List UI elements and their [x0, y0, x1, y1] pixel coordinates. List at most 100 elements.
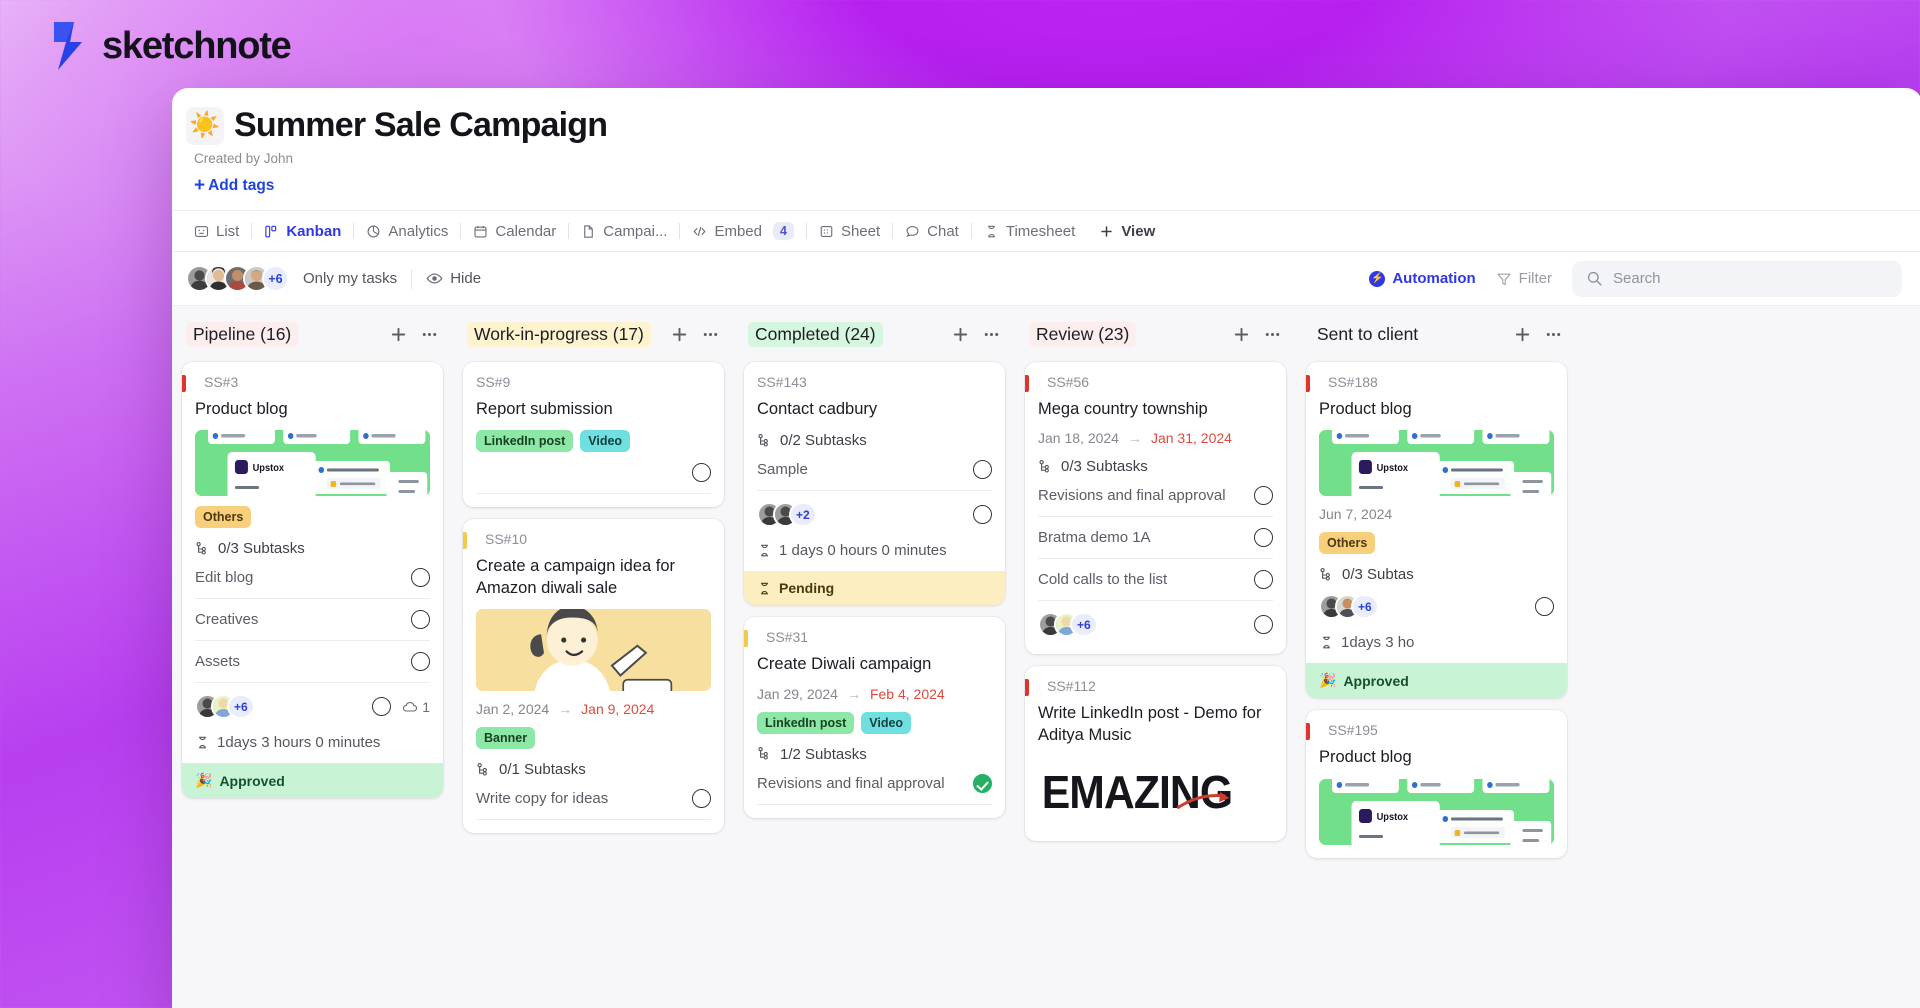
subtask-row[interactable]: Creatives: [195, 599, 430, 642]
card-tag[interactable]: Others: [195, 506, 252, 529]
subtask-checkbox[interactable]: [1254, 528, 1273, 548]
page-header: ☀️ Summer Sale Campaign Created by John …: [172, 88, 1920, 196]
card-tags: Others: [1319, 532, 1554, 555]
card-title[interactable]: Create a campaign idea for Amazon diwali…: [476, 556, 711, 599]
card-tag[interactable]: LinkedIn post: [476, 430, 574, 453]
subtask-row[interactable]: Revisions and final approval: [757, 763, 992, 805]
tab-calendar[interactable]: Calendar: [461, 223, 568, 240]
add-view-button[interactable]: View: [1087, 223, 1167, 240]
project-emoji[interactable]: ☀️: [186, 106, 224, 145]
subtask-row[interactable]: [476, 452, 711, 495]
card-id: SS#195: [1328, 722, 1378, 739]
only-my-tasks-toggle[interactable]: Only my tasks: [289, 270, 411, 287]
subtask-checkbox[interactable]: [973, 773, 992, 793]
avatar-overflow-count[interactable]: +6: [262, 265, 289, 292]
search-icon: [1587, 271, 1602, 286]
tab-sheet[interactable]: Sheet: [807, 223, 892, 240]
tab-campai[interactable]: Campai...: [569, 223, 679, 240]
kanban-card[interactable]: SS#112 Write LinkedIn post - Demo for Adi…: [1025, 666, 1286, 842]
subtask-checkbox[interactable]: [692, 463, 711, 483]
add-card-button[interactable]: [1232, 325, 1251, 344]
member-avatars[interactable]: +6: [186, 265, 289, 292]
subtask-checkbox[interactable]: [1254, 570, 1273, 590]
card-title[interactable]: Report submission: [476, 399, 711, 420]
tab-timesheet[interactable]: Timesheet: [972, 223, 1087, 240]
subtask-row[interactable]: Bratma demo 1A: [1038, 517, 1273, 560]
kanban-card[interactable]: SS#31 Create Diwali campaign Jan 29, 2024…: [744, 617, 1005, 818]
card-title[interactable]: Product blog: [1319, 399, 1554, 420]
card-tags: Banner: [476, 727, 711, 750]
avatar-overflow-count[interactable]: +6: [1070, 612, 1098, 638]
subtask-checkbox[interactable]: [411, 652, 430, 672]
attachment-count[interactable]: 1: [402, 699, 430, 715]
column-menu-button[interactable]: [420, 325, 439, 344]
automation-button[interactable]: ⚡ Automation: [1369, 270, 1476, 287]
card-time-label: 1 days 0 hours 0 minutes: [779, 542, 947, 560]
card-thumbnail: EMAZING: [1038, 756, 1273, 829]
card-tag[interactable]: LinkedIn post: [757, 711, 855, 734]
more-horizontal-icon: [703, 332, 718, 336]
kanban-card[interactable]: SS#3 Product blog Upstox Others 0/3 Subt…: [182, 362, 443, 799]
subtask-row[interactable]: Cold calls to the list: [1038, 559, 1273, 602]
card-title[interactable]: Create Diwali campaign: [757, 654, 992, 675]
subtask-row[interactable]: Edit blog: [195, 557, 430, 600]
card-time-estimate: 1days 3 ho: [1319, 634, 1554, 651]
add-card-button[interactable]: [389, 325, 408, 344]
card-title[interactable]: Product blog: [195, 399, 430, 420]
card-title[interactable]: Product blog: [1319, 747, 1554, 768]
kanban-card[interactable]: SS#188 Product blog Upstox Jun 7, 2024 O…: [1306, 362, 1567, 699]
kanban-card[interactable]: SS#56 Mega country township Jan 18, 2024 …: [1025, 362, 1286, 655]
card-title[interactable]: Contact cadbury: [757, 399, 992, 420]
card-tag[interactable]: Banner: [476, 727, 536, 750]
hourglass-icon: [987, 225, 995, 237]
card-title[interactable]: Mega country township: [1038, 399, 1273, 420]
funnel-icon: [1497, 273, 1511, 285]
card-title[interactable]: Write LinkedIn post - Demo for Aditya Mu…: [1038, 703, 1273, 746]
card-status-label: Approved: [219, 772, 285, 789]
card-tag[interactable]: Video: [580, 430, 631, 453]
avatar-overflow-count[interactable]: +6: [1351, 594, 1379, 620]
subtask-checkbox[interactable]: [973, 460, 992, 480]
avatar-overflow-count[interactable]: +2: [789, 502, 817, 528]
tab-kanban[interactable]: Kanban: [252, 223, 353, 240]
avatar-overflow-count[interactable]: +6: [227, 694, 255, 720]
add-card-button[interactable]: [670, 325, 689, 344]
subtask-row[interactable]: Sample: [757, 449, 992, 492]
bolt-circle-icon: ⚡: [1369, 270, 1386, 287]
tab-analytics[interactable]: Analytics: [354, 223, 460, 240]
card-status-circle[interactable]: [973, 505, 992, 525]
column-menu-button[interactable]: [1263, 325, 1282, 344]
kanban-card[interactable]: SS#143 Contact cadbury 0/2 Subtasks Sampl…: [744, 362, 1005, 606]
tab-badge: 4: [773, 222, 794, 240]
subtask-checkbox[interactable]: [411, 568, 430, 588]
card-tag[interactable]: Video: [861, 711, 912, 734]
subtask-checkbox[interactable]: [411, 610, 430, 630]
subtask-row[interactable]: Assets: [195, 641, 430, 684]
filter-button[interactable]: Filter: [1480, 270, 1568, 287]
card-priority-bar: [463, 532, 467, 550]
tab-embed[interactable]: Embed 4: [680, 222, 805, 240]
subtask-checkbox[interactable]: [692, 789, 711, 809]
subtask-row[interactable]: Write copy for ideas: [476, 778, 711, 821]
search-box[interactable]: Search: [1572, 260, 1902, 297]
kanban-card[interactable]: SS#10 Create a campaign idea for Amazon d…: [463, 519, 724, 834]
kanban-card[interactable]: SS#195 Product blog Upstox: [1306, 710, 1567, 858]
hide-button[interactable]: Hide: [412, 270, 495, 287]
subtask-checkbox[interactable]: [1254, 486, 1273, 506]
add-tags-button[interactable]: + Add tags: [194, 176, 274, 195]
add-card-button[interactable]: [1513, 325, 1532, 344]
column-menu-button[interactable]: [982, 325, 1001, 344]
subtask-row[interactable]: Revisions and final approval: [1038, 475, 1273, 518]
card-status-circle[interactable]: [372, 697, 392, 717]
tab-chat[interactable]: Chat: [893, 223, 971, 240]
tab-list[interactable]: List: [182, 223, 251, 240]
add-card-button[interactable]: [951, 325, 970, 344]
kanban-card[interactable]: SS#9 Report submission LinkedIn post Video: [463, 362, 724, 508]
svg-text:Upstox: Upstox: [253, 463, 285, 474]
card-status-circle[interactable]: [1535, 597, 1554, 617]
column-menu-button[interactable]: [1544, 325, 1563, 344]
card-status-circle[interactable]: [1254, 615, 1273, 635]
card-tag[interactable]: Others: [1319, 532, 1376, 555]
subtask-count-label: 1/2 Subtasks: [780, 745, 867, 763]
column-menu-button[interactable]: [701, 325, 720, 344]
